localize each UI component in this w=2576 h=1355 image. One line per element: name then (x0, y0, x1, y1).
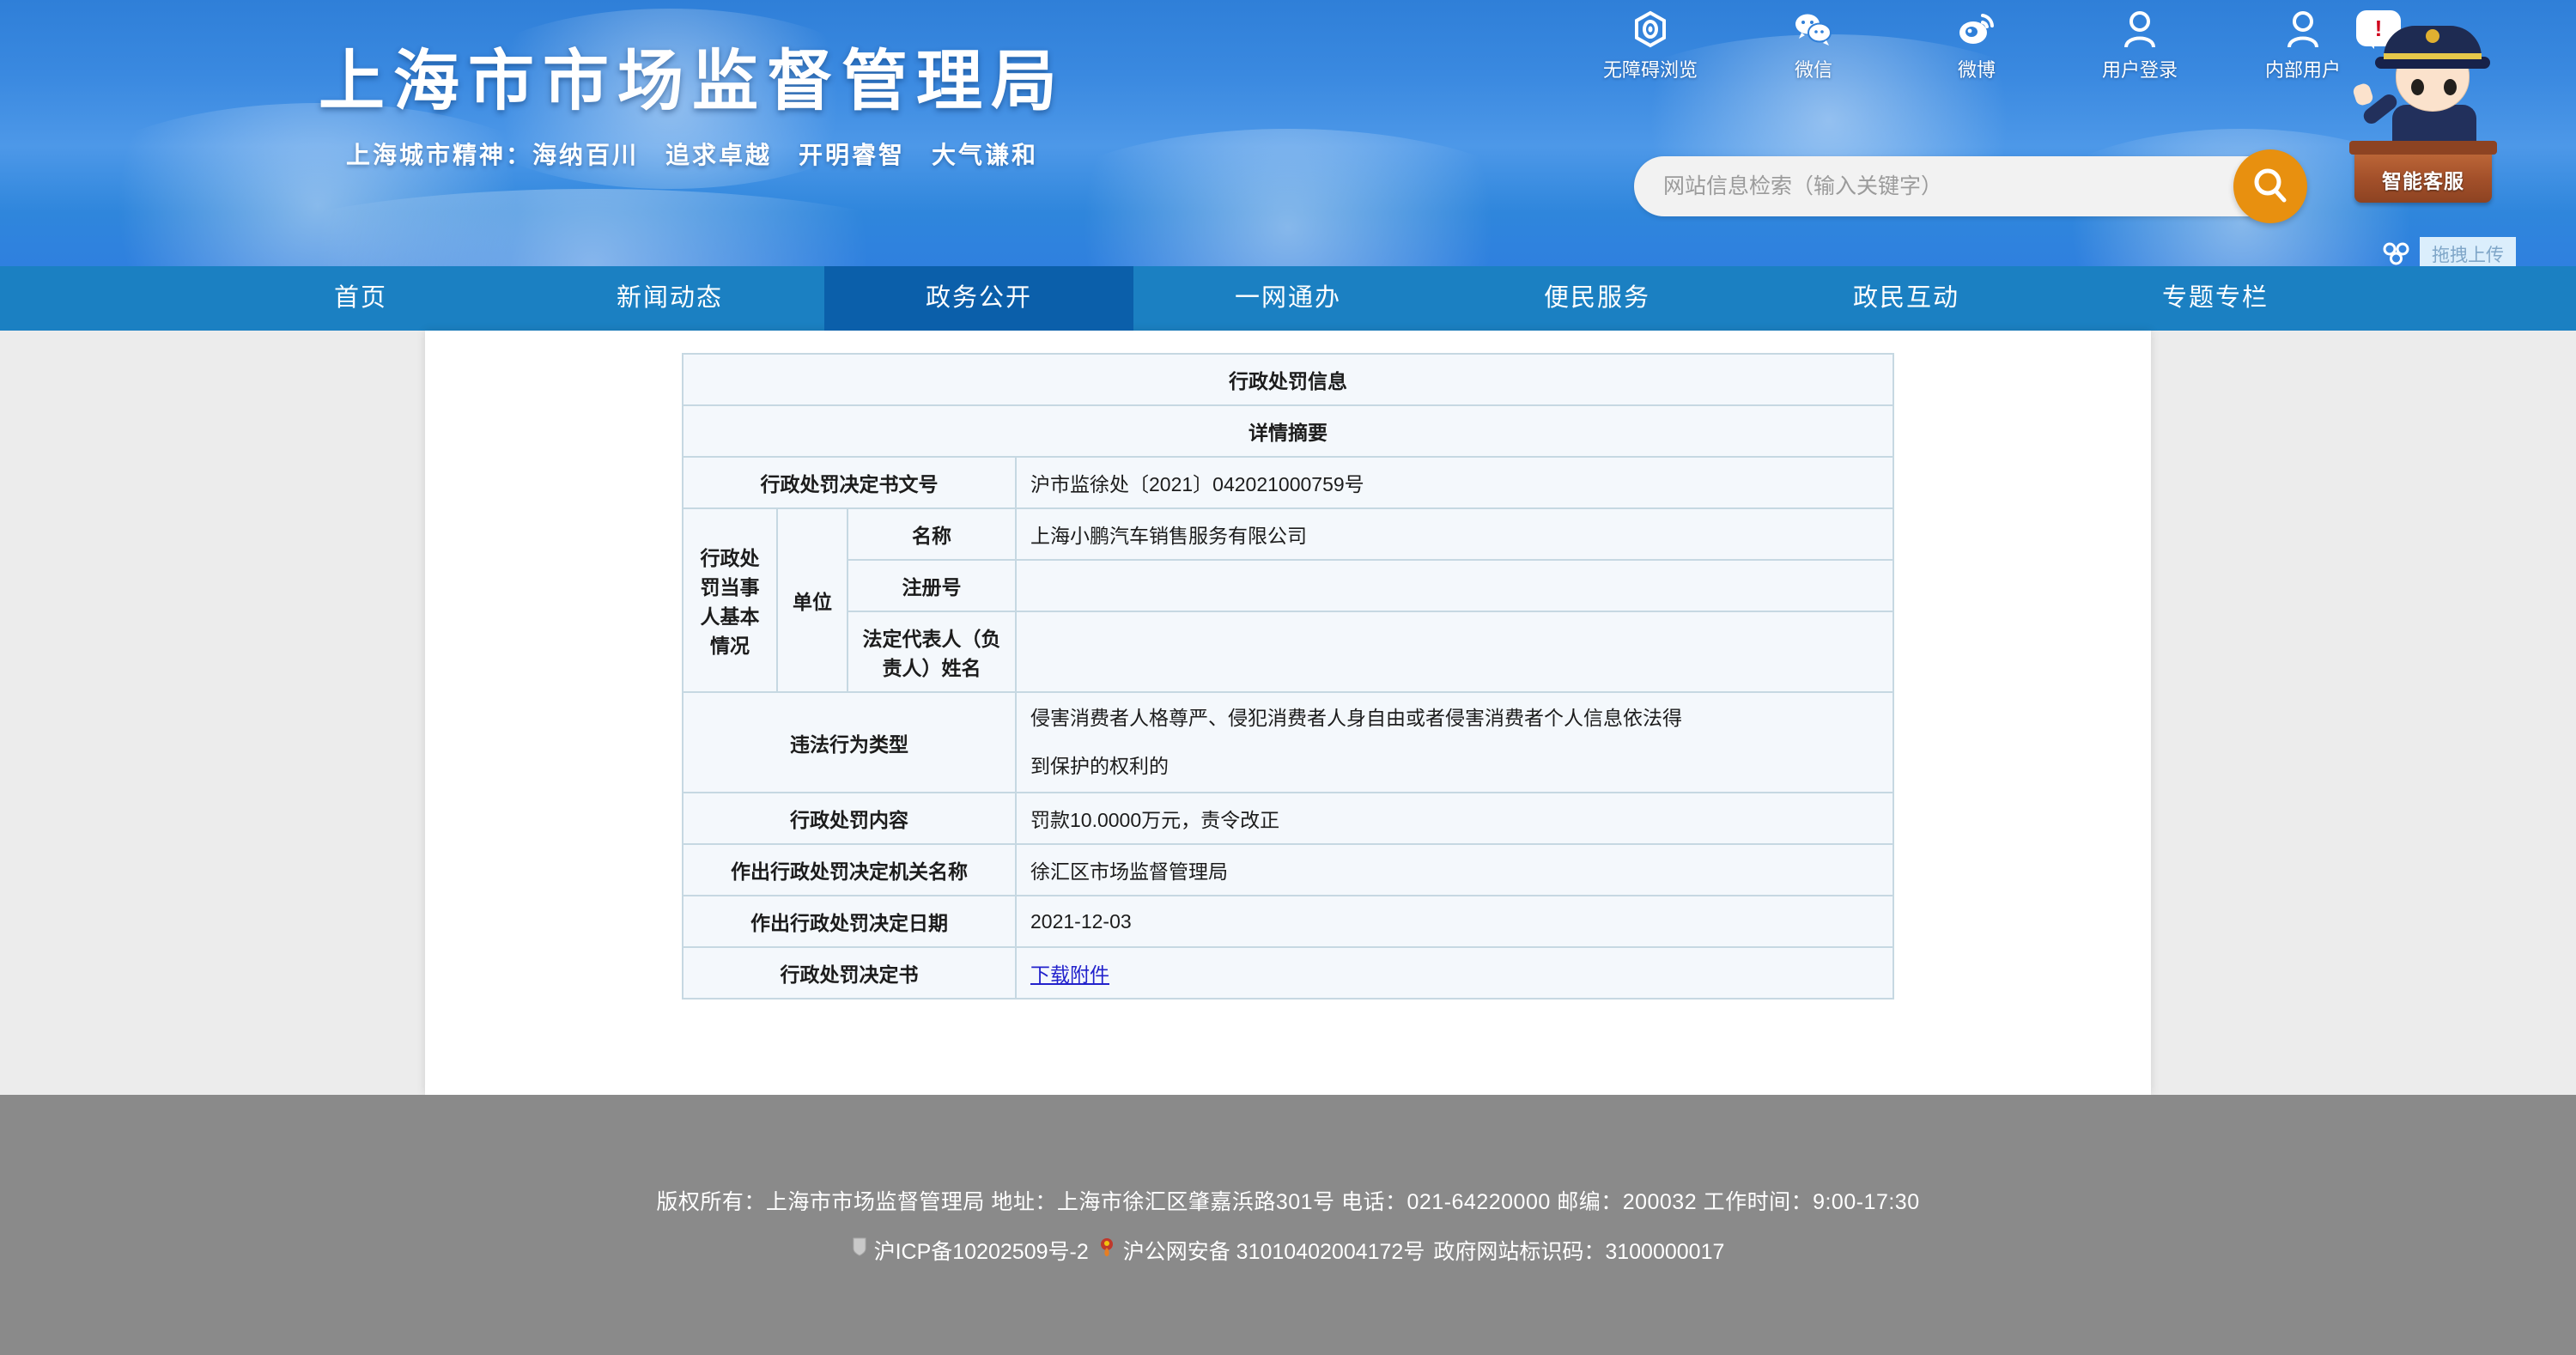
table-row-legal-rep: 法定代表人（负责人）姓名 (683, 611, 1894, 693)
nav-item-government-affairs[interactable]: 政务公开 (824, 266, 1133, 331)
mascot-podium: 智能客服 (2349, 141, 2497, 203)
date-value: 2021-12-03 (1015, 895, 1894, 949)
party-type-label: 单位 (776, 507, 848, 693)
table-row-penalty: 行政处罚内容 罚款10.0000万元，责令改正 (682, 792, 1894, 846)
search-icon (2250, 165, 2291, 209)
drag-upload-button[interactable]: 拖拽上传 (2420, 237, 2516, 266)
top-link-wechat[interactable]: 微信 (1760, 5, 1867, 82)
reg-no-value (1015, 559, 1894, 612)
nav-item-one-stop-service[interactable]: 一网通办 (1133, 266, 1443, 331)
icp-record[interactable]: 沪ICP备10202509号-2 (852, 1235, 1089, 1266)
top-link-accessibility[interactable]: 无障碍浏览 (1597, 5, 1704, 82)
cloud-upload-icon (2382, 240, 2411, 267)
search-input-box[interactable] (1634, 156, 2295, 216)
download-attachment-link[interactable]: 下载附件 (1030, 963, 1109, 986)
top-link-label: 无障碍浏览 (1602, 59, 1698, 81)
user-icon (2250, 5, 2356, 53)
nav-item-home[interactable]: 首页 (206, 266, 515, 331)
accessibility-eye-icon (1597, 5, 1704, 53)
police-text: 沪公网安备 31010402004172号 (1122, 1239, 1425, 1264)
penalty-value: 罚款10.0000万元，责令改正 (1015, 792, 1894, 846)
top-link-label: 内部用户 (2264, 59, 2341, 81)
legal-rep-value (1015, 611, 1894, 693)
top-link-weibo[interactable]: 微博 (1923, 5, 2030, 82)
site-banner: 上海市市场监督管理局 上海城市精神：海纳百川 追求卓越 开明睿智 大气谦和 无障… (0, 0, 2576, 266)
nav-item-news[interactable]: 新闻动态 (515, 266, 824, 331)
site-brand: 上海市市场监督管理局 上海城市精神：海纳百川 追求卓越 开明睿智 大气谦和 (177, 44, 1207, 171)
mascot-eye (2411, 79, 2424, 95)
party-name-value: 上海小鹏汽车销售服务有限公司 (1015, 507, 1894, 561)
top-link-label: 微信 (1794, 59, 1832, 81)
drag-upload-area[interactable]: 拖拽上传 (2382, 237, 2516, 266)
violation-line-2: 到保护的权利的 (1030, 754, 1169, 777)
site-search (1634, 149, 2307, 223)
weibo-icon (1923, 5, 2030, 53)
party-name-label: 名称 (847, 507, 1017, 561)
police-record[interactable]: 沪公网安备 31010402004172号 (1097, 1235, 1425, 1266)
site-title: 上海市市场监督管理局 (319, 44, 1066, 120)
mascot-podium-label: 智能客服 (2382, 170, 2464, 192)
site-slogan: 上海城市精神：海纳百川 追求卓越 开明睿智 大气谦和 (345, 141, 1038, 168)
police-badge-icon (1097, 1237, 1116, 1263)
mascot-eye (2444, 79, 2457, 95)
top-link-bar: 无障碍浏览 微信 微博 用户登录 内部用户 (1597, 5, 2356, 82)
content-panel: 行政处罚信息 详情摘要 行政处罚决定书文号 沪市监徐处〔2021〕0420210… (425, 331, 2151, 1095)
table-row-subtitle: 详情摘要 (682, 404, 1894, 458)
penalty-label: 行政处罚内容 (682, 792, 1017, 846)
reg-no-label: 注册号 (847, 559, 1017, 612)
site-id-text: 政府网站标识码：3100000017 (1433, 1239, 1725, 1264)
footer-copyright-line: 版权所有：上海市市场监督管理局 地址：上海市徐汇区肇嘉浜路301号 电话：021… (656, 1189, 1920, 1214)
party-label: 行政处罚当事人基本情况 (682, 507, 778, 693)
mascot-hand (2351, 82, 2375, 107)
authority-value: 徐汇区市场监督管理局 (1015, 843, 1894, 897)
table-row-decision-doc: 行政处罚决定书 下载附件 (682, 946, 1894, 1000)
table-row-party-name: 行政处罚当事人基本情况 单位 名称 上海小鹏汽车销售服务有限公司 (682, 507, 1894, 693)
top-link-internal-user[interactable]: 内部用户 (2250, 5, 2356, 82)
table-row-date: 作出行政处罚决定日期 2021-12-03 (682, 895, 1894, 949)
nav-item-special-topics[interactable]: 专题专栏 (2061, 266, 2370, 331)
icp-text: 沪ICP备10202509号-2 (873, 1239, 1089, 1264)
site-footer: 党政机关 版权所有：上海市市场监督管理局 地址：上海市徐汇区肇嘉浜路301号 电… (0, 1095, 2576, 1355)
search-input[interactable] (1663, 156, 2196, 216)
nav-item-public-service[interactable]: 便民服务 (1443, 266, 1752, 331)
top-link-label: 微博 (1957, 59, 1996, 81)
cloud-decoration (206, 189, 979, 266)
footer-text: 版权所有：上海市市场监督管理局 地址：上海市徐汇区肇嘉浜路301号 电话：021… (656, 1185, 1919, 1266)
table-row-authority: 作出行政处罚决定机关名称 徐汇区市场监督管理局 (682, 843, 1894, 897)
mascot-cap-badge-icon (2426, 29, 2439, 43)
main-navigation: 首页 新闻动态 政务公开 一网通办 便民服务 政民互动 专题专栏 (0, 266, 2576, 331)
search-button[interactable] (2233, 149, 2307, 223)
nav-item-interaction[interactable]: 政民互动 (1752, 266, 2061, 331)
top-link-user-login[interactable]: 用户登录 (2087, 5, 2193, 82)
top-link-label: 用户登录 (2101, 59, 2178, 81)
legal-rep-label: 法定代表人（负责人）姓名 (847, 611, 1017, 693)
wechat-icon (1760, 5, 1867, 53)
table-row-doc-no: 行政处罚决定书文号 沪市监徐处〔2021〕042021000759号 (682, 456, 1894, 509)
decision-doc-label: 行政处罚决定书 (682, 946, 1017, 1000)
penalty-info-table: 行政处罚信息 详情摘要 行政处罚决定书文号 沪市监徐处〔2021〕0420210… (682, 353, 1894, 1000)
date-label: 作出行政处罚决定日期 (682, 895, 1017, 949)
violation-value: 侵害消费者人格尊严、侵犯消费者人身自由或者侵害消费者个人信息依法得 到保护的权利… (1015, 690, 1894, 794)
table-row-reg-no: 注册号 (683, 559, 1894, 612)
icp-shield-icon (852, 1237, 867, 1263)
table-title: 行政处罚信息 (682, 353, 1894, 406)
user-icon (2087, 5, 2193, 53)
mascot-cap-band (2384, 53, 2482, 59)
table-row-title: 行政处罚信息 (682, 353, 1894, 406)
page-body: 行政处罚信息 详情摘要 行政处罚决定书文号 沪市监徐处〔2021〕0420210… (0, 331, 2576, 1095)
doc-no-value: 沪市监徐处〔2021〕042021000759号 (1015, 456, 1894, 509)
table-row-violation: 违法行为类型 侵害消费者人格尊严、侵犯消费者人身自由或者侵害消费者个人信息依法得… (682, 690, 1894, 794)
violation-label: 违法行为类型 (682, 690, 1017, 794)
doc-no-label: 行政处罚决定书文号 (682, 456, 1017, 509)
authority-label: 作出行政处罚决定机关名称 (682, 843, 1017, 897)
table-subtitle: 详情摘要 (682, 404, 1894, 458)
site-id: 政府网站标识码：3100000017 (1433, 1235, 1724, 1266)
footer-record-line: 沪ICP备10202509号-2 沪公网安备 31010402004172号 政… (656, 1235, 1919, 1266)
customer-service-mascot[interactable]: ! 智能客服 (2349, 0, 2576, 215)
violation-line-1: 侵害消费者人格尊严、侵犯消费者人身自由或者侵害消费者个人信息依法得 (1030, 707, 1682, 729)
